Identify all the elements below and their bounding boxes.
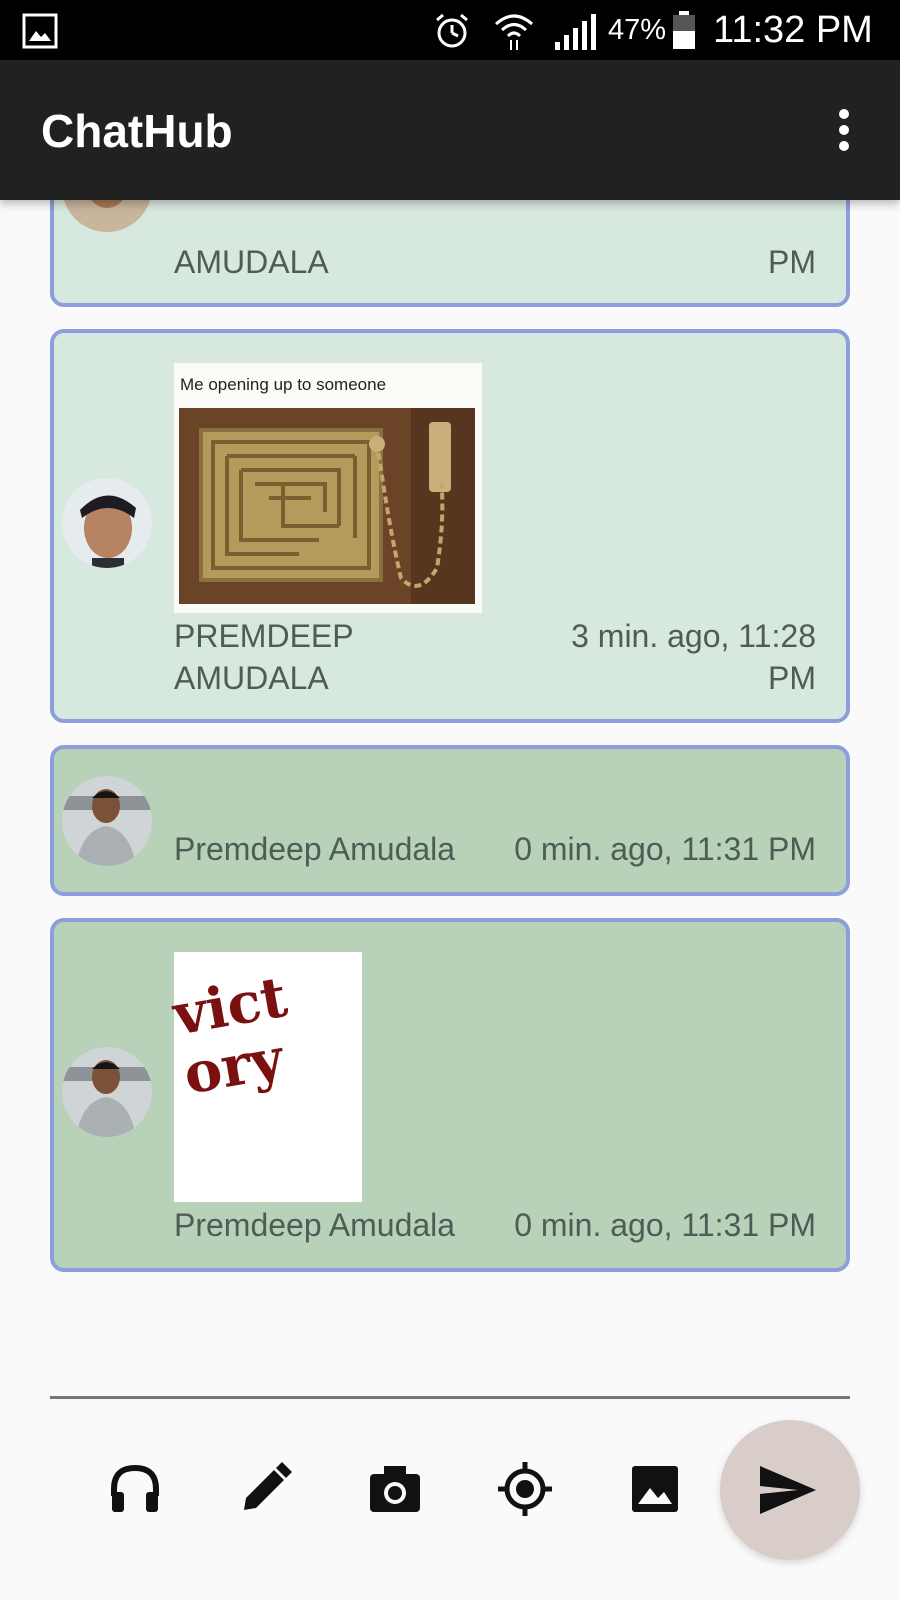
pencil-icon[interactable] — [238, 1462, 292, 1516]
message-time: 0 min. ago, 11:31 PM — [514, 1207, 816, 1243]
message-bubble[interactable]: Me opening up to someone PREMDEEP AMUDAL… — [50, 329, 850, 723]
message-bubble[interactable]: vict ory Premdeep Amudala 0 min. ago, 11… — [50, 918, 850, 1272]
message-input[interactable] — [50, 1396, 850, 1399]
message-image[interactable]: Me opening up to someone — [174, 363, 482, 613]
send-button[interactable] — [720, 1420, 860, 1560]
status-clock: 11:32 PM — [713, 9, 873, 51]
message-bubble[interactable]: Premdeep Amudala 0 min. ago, 11:31 PM — [50, 745, 850, 896]
message-sender: Premdeep Amudala — [174, 1207, 456, 1243]
more-vert-icon[interactable] — [832, 108, 856, 152]
message-time: 0 min. ago, 11:31 PM — [514, 831, 816, 867]
battery-icon — [673, 11, 695, 49]
headphones-icon[interactable] — [108, 1462, 162, 1516]
message-drawing[interactable]: vict ory — [168, 952, 362, 1202]
drawing-text: vict ory — [168, 963, 292, 1108]
image-icon[interactable] — [628, 1462, 682, 1516]
avatar — [62, 776, 152, 866]
avatar — [62, 1047, 152, 1137]
avatar — [62, 478, 152, 568]
chat-message-list[interactable]: AMUDALA PM Me opening up to someone PREM… — [0, 200, 900, 1360]
app-title: ChatHub — [41, 105, 233, 157]
message-time: 3 min. ago, 11:28 PM — [571, 618, 816, 696]
send-icon — [760, 1466, 816, 1514]
image-caption: Me opening up to someone — [180, 375, 387, 394]
status-bar: 47% 11:32 PM — [0, 0, 900, 60]
wifi-icon — [495, 14, 533, 50]
gallery-notification-icon — [22, 13, 58, 49]
message-sender: AMUDALA — [174, 244, 329, 280]
message-bubble[interactable]: AMUDALA PM — [50, 200, 850, 307]
camera-icon[interactable] — [368, 1462, 422, 1516]
maze-lock-picture — [179, 408, 475, 604]
signal-icon — [555, 14, 596, 50]
battery-percent: 47% — [608, 14, 667, 46]
app-bar: ChatHub — [0, 60, 900, 200]
avatar — [62, 200, 152, 232]
message-time: PM — [768, 244, 816, 280]
location-icon[interactable] — [498, 1462, 552, 1516]
message-sender: PREMDEEP AMUDALA — [174, 618, 354, 696]
message-sender: Premdeep Amudala — [174, 831, 456, 867]
alarm-icon — [436, 13, 468, 48]
